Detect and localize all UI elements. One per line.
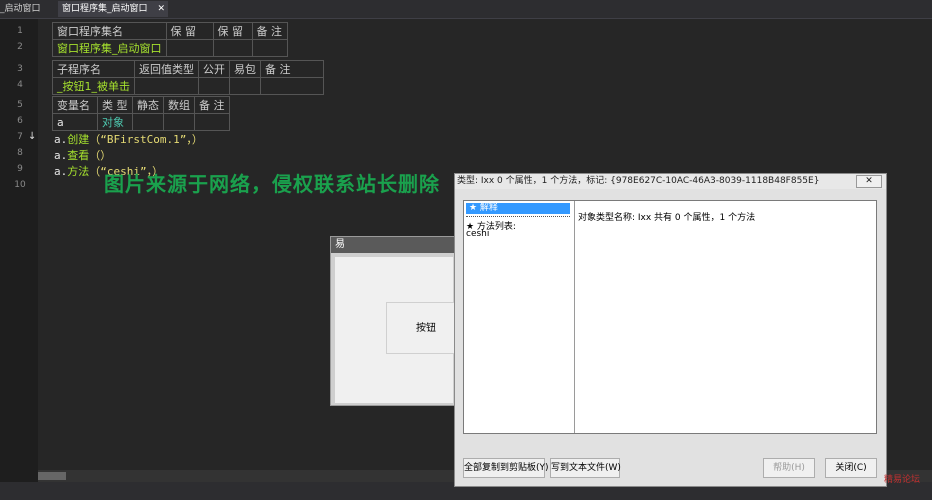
table-header: 变量名 [52, 96, 98, 114]
close-icon[interactable]: ✕ [157, 1, 165, 17]
tab-startup-window[interactable]: _启动窗口 [0, 1, 46, 17]
line-number: 9 [17, 164, 23, 174]
table-cell[interactable]: 对象 [97, 113, 133, 131]
code-object: a. [54, 149, 68, 162]
table-header: 公开 [198, 60, 230, 78]
table-header: 数组 [163, 96, 195, 114]
table-header: 备 注 [251, 22, 288, 40]
table-cell[interactable]: _按钮1_被单击 [52, 77, 135, 95]
line-number-gutter: 1 2 3 4 5 6 7 8 9 10 ↓ [0, 19, 38, 470]
dialog-content-frame: ★ 解释 ★ 方法列表: ceshi 对象类型名称: Ixx 共有 0 个属性，… [463, 200, 877, 434]
code-object: a. [54, 133, 68, 146]
line-number: 6 [17, 116, 23, 126]
table-header: 静态 [132, 96, 164, 114]
line-number: 8 [17, 148, 23, 158]
line-number: 4 [17, 80, 23, 90]
subroutine-table[interactable]: 子程序名 返回值类型 公开 易包 备 注 _按钮1_被单击 [52, 60, 324, 95]
code-line[interactable]: a.查看（） [54, 147, 111, 163]
tab-label: _启动窗口 [0, 4, 41, 14]
table-header: 保 留 [165, 22, 214, 40]
table-cell[interactable] [198, 77, 230, 95]
table-header: 保 留 [212, 22, 253, 40]
table-cell[interactable] [260, 77, 324, 95]
code-object: a. [54, 165, 68, 178]
table-header: 返回值类型 [134, 60, 199, 78]
table-header: 窗口程序集名 [52, 22, 167, 40]
table-header: 类 型 [97, 96, 133, 114]
line-number: 1 [17, 26, 23, 36]
table-cell[interactable]: 窗口程序集_启动窗口 [52, 39, 167, 57]
assembly-table[interactable]: 窗口程序集名 保 留 保 留 备 注 窗口程序集_启动窗口 [52, 22, 288, 57]
write-file-button[interactable]: 写到文本文件(W) [550, 458, 621, 478]
table-cell[interactable] [251, 39, 288, 57]
table-cell[interactable]: a [52, 113, 98, 131]
help-button[interactable]: 帮助(H) [763, 458, 815, 478]
table-cell[interactable] [165, 39, 214, 57]
table-cell[interactable] [212, 39, 253, 57]
code-method: 查看 [67, 149, 90, 162]
tab-label: 窗口程序集_启动窗口 [62, 4, 148, 14]
table-header: 易包 [229, 60, 261, 78]
table-cell[interactable] [194, 113, 230, 131]
code-method: 方法 [67, 165, 90, 178]
current-line-arrow-icon: ↓ [28, 131, 37, 142]
window-title: 易 [331, 237, 457, 253]
dialog-close-icon[interactable]: ✕ [856, 175, 882, 188]
table-header: 备 注 [260, 60, 324, 78]
divider [466, 216, 570, 217]
table-cell[interactable] [163, 113, 195, 131]
line-number: 2 [17, 42, 23, 52]
line-number: 5 [17, 100, 23, 110]
scrollbar-thumb[interactable] [38, 472, 66, 480]
type-info-dialog: 类型: Ixx 0 个属性，1 个方法，标记: {978E627C-10AC-4… [454, 173, 887, 487]
list-item-explanation[interactable]: ★ 解释 [466, 203, 570, 214]
dialog-title: 类型: Ixx 0 个属性，1 个方法，标记: {978E627C-10AC-4… [455, 174, 886, 189]
code-args: （“BFirstCom.1”，） [89, 133, 203, 146]
close-button[interactable]: 关闭(C) [825, 458, 877, 478]
tab-assembly-startup[interactable]: 窗口程序集_启动窗口 ✕ [58, 1, 168, 17]
line-number: 3 [17, 64, 23, 74]
corner-watermark: 精易论坛 [884, 475, 921, 485]
copy-all-button[interactable]: 全部复制到剪贴板(Y) [463, 458, 549, 478]
tab-bar: _启动窗口 窗口程序集_启动窗口 ✕ [0, 0, 932, 19]
variable-table[interactable]: 变量名 类 型 静态 数组 备 注 a 对象 [52, 96, 230, 131]
list-item-method[interactable]: ceshi [466, 229, 489, 239]
code-line[interactable]: a.创建（“BFirstCom.1”，） [54, 131, 203, 147]
code-args: （） [89, 149, 112, 162]
table-cell[interactable] [229, 77, 261, 95]
member-list-pane[interactable]: ★ 解释 ★ 方法列表: ceshi [464, 201, 575, 433]
line-number: 10 [14, 180, 26, 190]
table-cell[interactable] [132, 113, 164, 131]
line-number: 7 [17, 132, 23, 142]
table-cell[interactable] [134, 77, 199, 95]
watermark-text: 图片来源于网络，侵权联系站长删除 [104, 172, 440, 196]
type-description: 对象类型名称: Ixx 共有 0 个属性，1 个方法 [578, 213, 756, 223]
table-header: 备 注 [194, 96, 230, 114]
code-method: 创建 [67, 133, 90, 146]
table-header: 子程序名 [52, 60, 135, 78]
